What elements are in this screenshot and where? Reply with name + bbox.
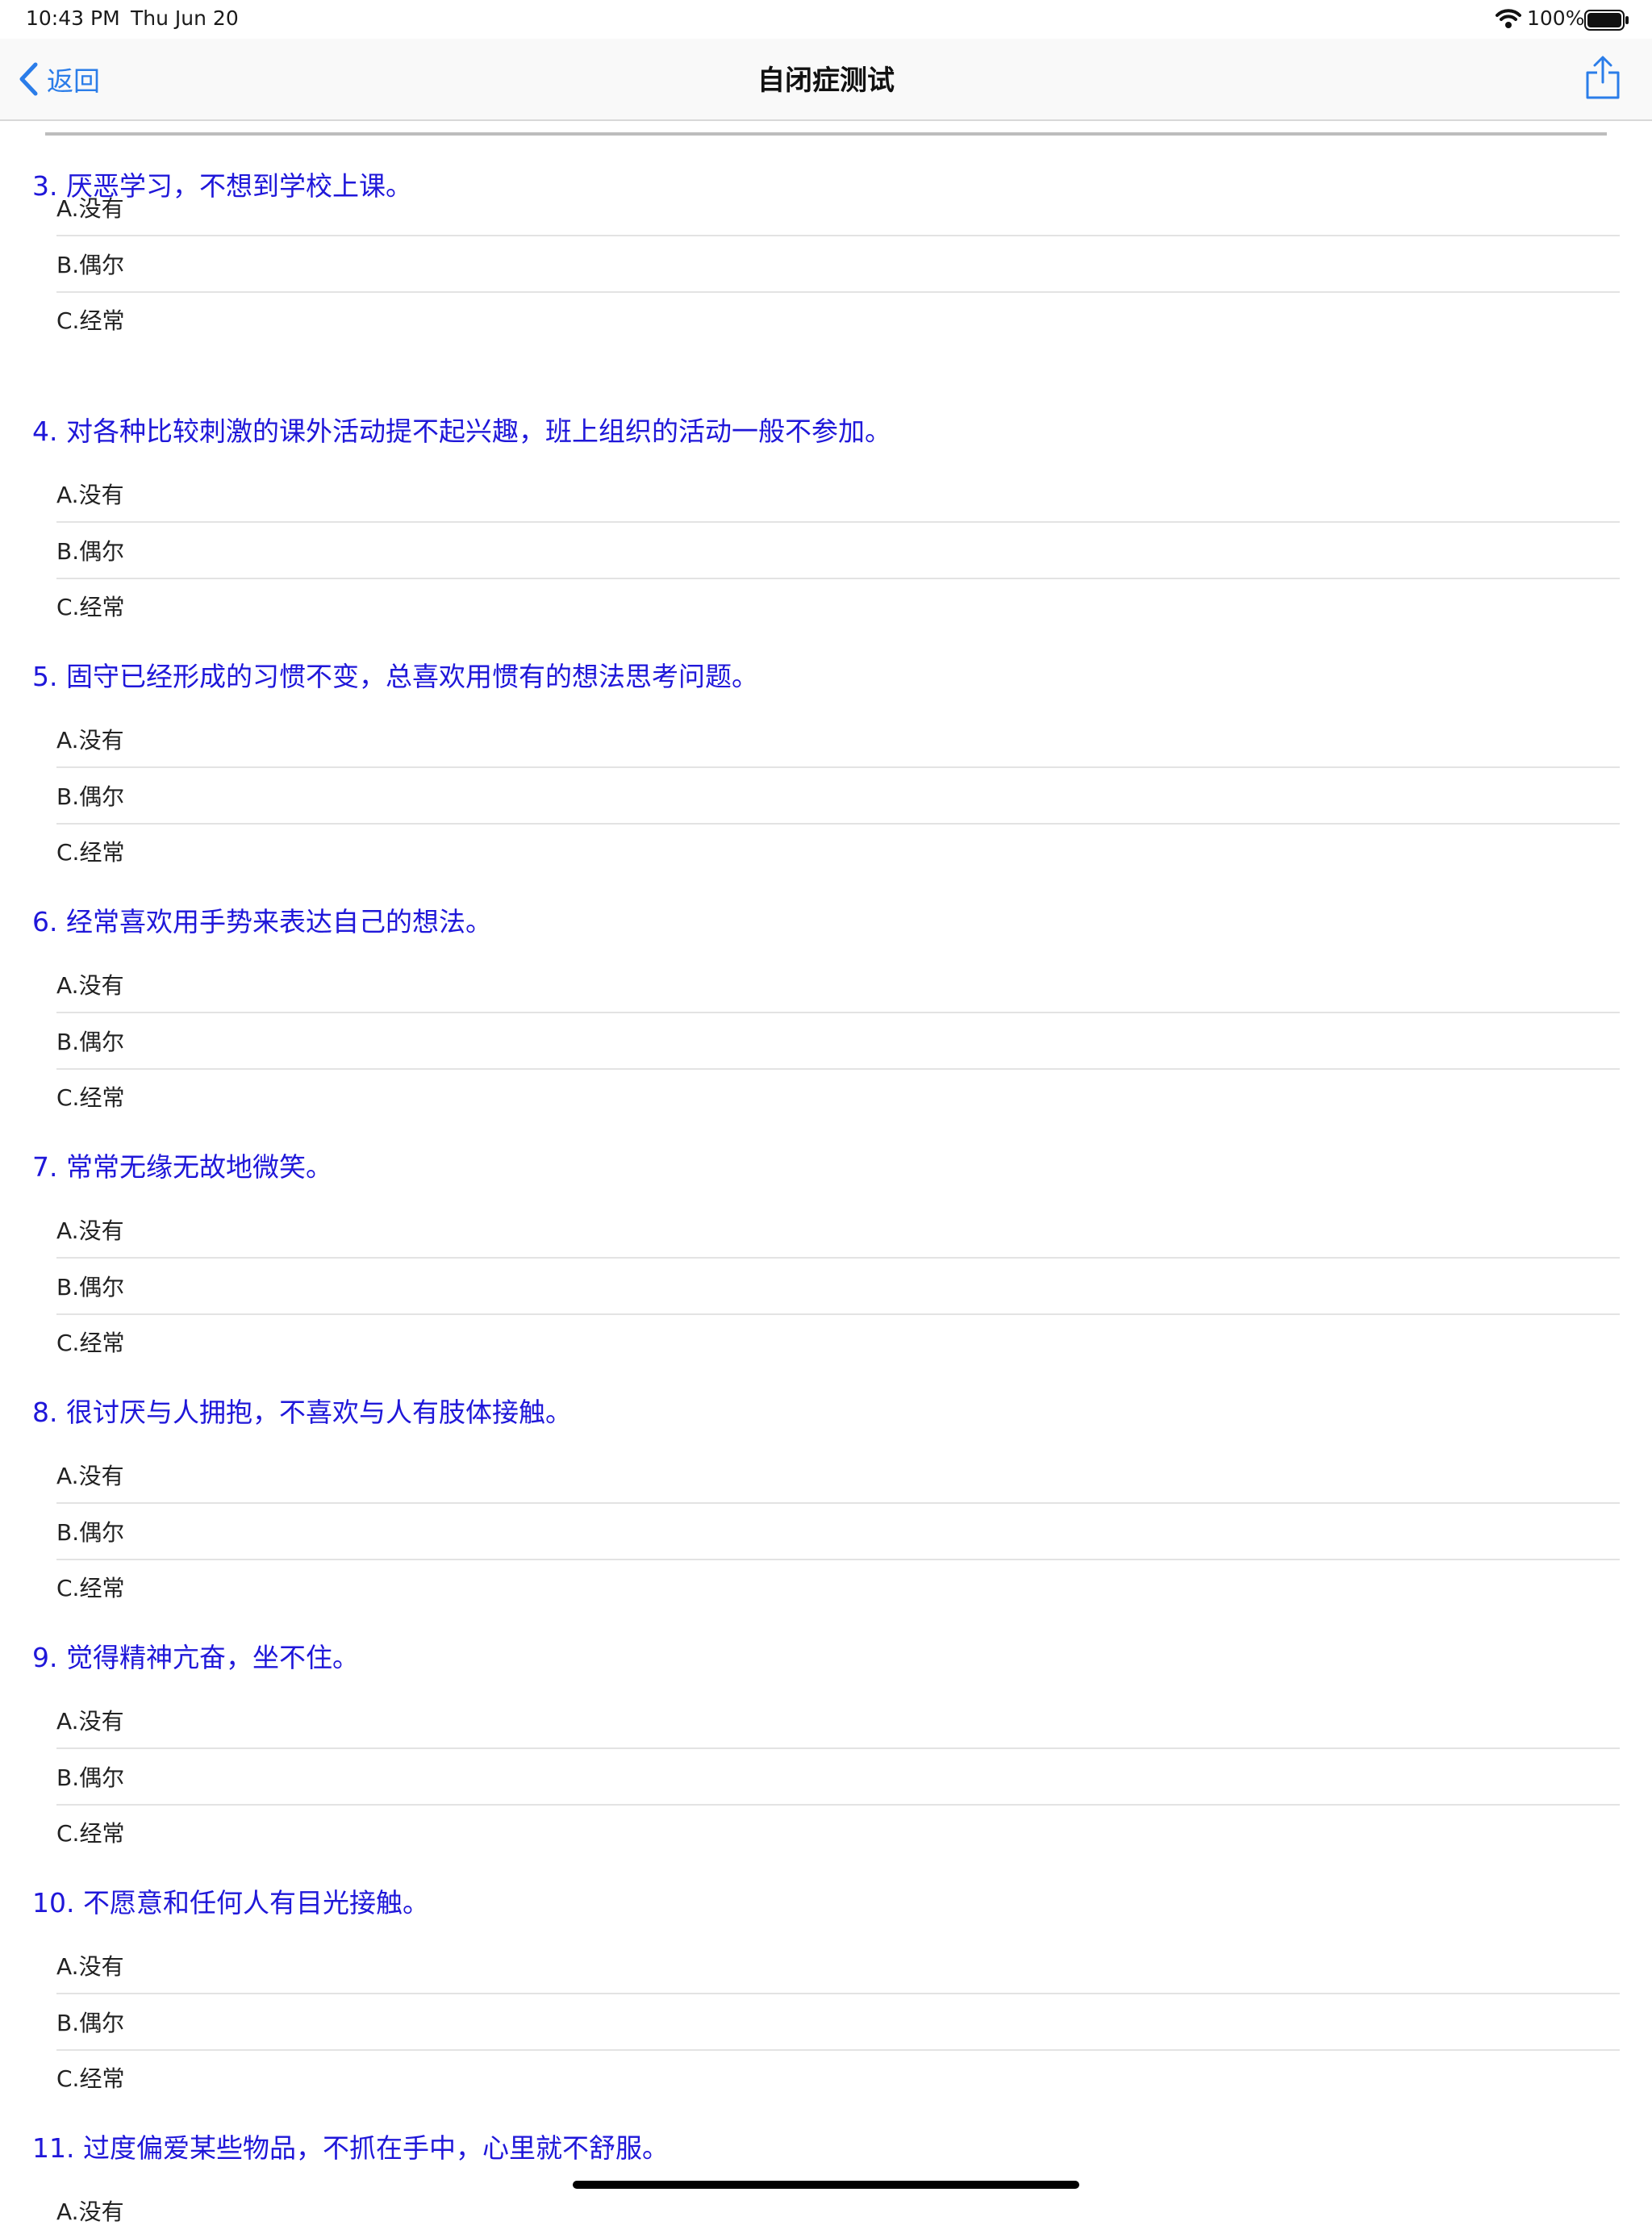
answer-option[interactable]: C.经常 bbox=[56, 1314, 1620, 1369]
answer-option[interactable]: B.偶尔 bbox=[56, 523, 1620, 579]
answer-option[interactable]: B.偶尔 bbox=[56, 236, 1620, 293]
answer-option-label: B.偶尔 bbox=[56, 1028, 125, 1055]
answer-option-label: A.没有 bbox=[56, 972, 124, 999]
answer-option[interactable]: B.偶尔 bbox=[56, 1994, 1620, 2051]
question-text: 7. 常常无缘无故地微笑。 bbox=[32, 1151, 332, 1183]
answer-option[interactable]: B.偶尔 bbox=[56, 768, 1620, 825]
answer-option[interactable]: A.没有 bbox=[56, 957, 1620, 1013]
answer-option-label: A.没有 bbox=[56, 727, 124, 754]
answer-option[interactable]: B.偶尔 bbox=[56, 1259, 1620, 1315]
question-text: 8. 很讨厌与人拥抱，不喜欢与人有肢体接触。 bbox=[32, 1397, 572, 1428]
answer-option-label: B.偶尔 bbox=[56, 1764, 125, 1791]
answer-option-label: C.经常 bbox=[56, 594, 125, 620]
answer-option[interactable]: A.没有 bbox=[56, 1202, 1620, 1259]
answer-option-label: B.偶尔 bbox=[56, 1518, 125, 1546]
answer-option-label: A.没有 bbox=[56, 1708, 124, 1735]
answer-option-label: A.没有 bbox=[56, 1217, 124, 1244]
answer-option-label: C.经常 bbox=[56, 2065, 125, 2092]
answer-option-label: C.经常 bbox=[56, 1330, 125, 1356]
answer-option[interactable]: A.没有 bbox=[56, 1447, 1620, 1504]
answer-option[interactable]: C.经常 bbox=[56, 1560, 1620, 1614]
answer-option-label: C.经常 bbox=[56, 1084, 125, 1111]
answer-option-label: A.没有 bbox=[56, 482, 124, 508]
answer-option-label: B.偶尔 bbox=[56, 1273, 125, 1301]
answer-option[interactable]: C.经常 bbox=[56, 2050, 1620, 2105]
question-text: 5. 固守已经形成的习惯不变，总喜欢用惯有的想法思考问题。 bbox=[32, 661, 758, 692]
question-list: 3. 厌恶学习，不想到学校上课。 A.没有 B.偶尔 C.经常 4. 对各种比较刺激的课… bbox=[0, 0, 1652, 2225]
answer-option[interactable]: C.经常 bbox=[56, 1805, 1620, 1860]
answer-option-label: B.偶尔 bbox=[56, 537, 125, 565]
answer-option[interactable]: B.偶尔 bbox=[56, 1013, 1620, 1070]
home-indicator[interactable] bbox=[573, 2181, 1079, 2189]
question-text: 11. 过度偏爱某些物品，不抓在手中，心里就不舒服。 bbox=[32, 2132, 669, 2164]
answer-option[interactable]: A.没有 bbox=[56, 1938, 1620, 1994]
answer-option[interactable]: C.经常 bbox=[56, 824, 1620, 879]
answer-option[interactable]: A.没有 bbox=[56, 712, 1620, 768]
answer-option-label: B.偶尔 bbox=[56, 2009, 125, 2036]
question-text: 6. 经常喜欢用手势来表达自己的想法。 bbox=[32, 906, 492, 937]
answer-option[interactable]: B.偶尔 bbox=[56, 1504, 1620, 1560]
answer-option[interactable]: A.没有 bbox=[56, 2183, 1620, 2238]
answer-option-label: C.经常 bbox=[56, 839, 125, 866]
answer-option[interactable]: C.经常 bbox=[56, 578, 1620, 633]
answer-option[interactable]: A.没有 bbox=[56, 180, 1620, 236]
answer-option-label: C.经常 bbox=[56, 1575, 125, 1601]
answer-option-label: B.偶尔 bbox=[56, 783, 125, 810]
answer-option-label: A.没有 bbox=[56, 1953, 124, 1980]
answer-option-label: C.经常 bbox=[56, 307, 125, 334]
question-text: 9. 觉得精神亢奋，坐不住。 bbox=[32, 1642, 359, 1673]
answer-option[interactable]: B.偶尔 bbox=[56, 1749, 1620, 1806]
answer-option-label: B.偶尔 bbox=[56, 251, 125, 278]
question-text: 10. 不愿意和任何人有目光接触。 bbox=[32, 1887, 429, 1919]
answer-option-label: A.没有 bbox=[56, 1463, 124, 1489]
answer-option[interactable]: C.经常 bbox=[56, 292, 1620, 347]
answer-option[interactable]: A.没有 bbox=[56, 466, 1620, 523]
answer-option[interactable]: A.没有 bbox=[56, 1693, 1620, 1749]
answer-option-label: C.经常 bbox=[56, 1820, 125, 1847]
answer-option-label: A.没有 bbox=[56, 195, 124, 222]
answer-option[interactable]: C.经常 bbox=[56, 1069, 1620, 1124]
question-text: 4. 对各种比较刺激的课外活动提不起兴趣，班上组织的活动一般不参加。 bbox=[32, 415, 891, 447]
answer-option-label: A.没有 bbox=[56, 2198, 124, 2225]
